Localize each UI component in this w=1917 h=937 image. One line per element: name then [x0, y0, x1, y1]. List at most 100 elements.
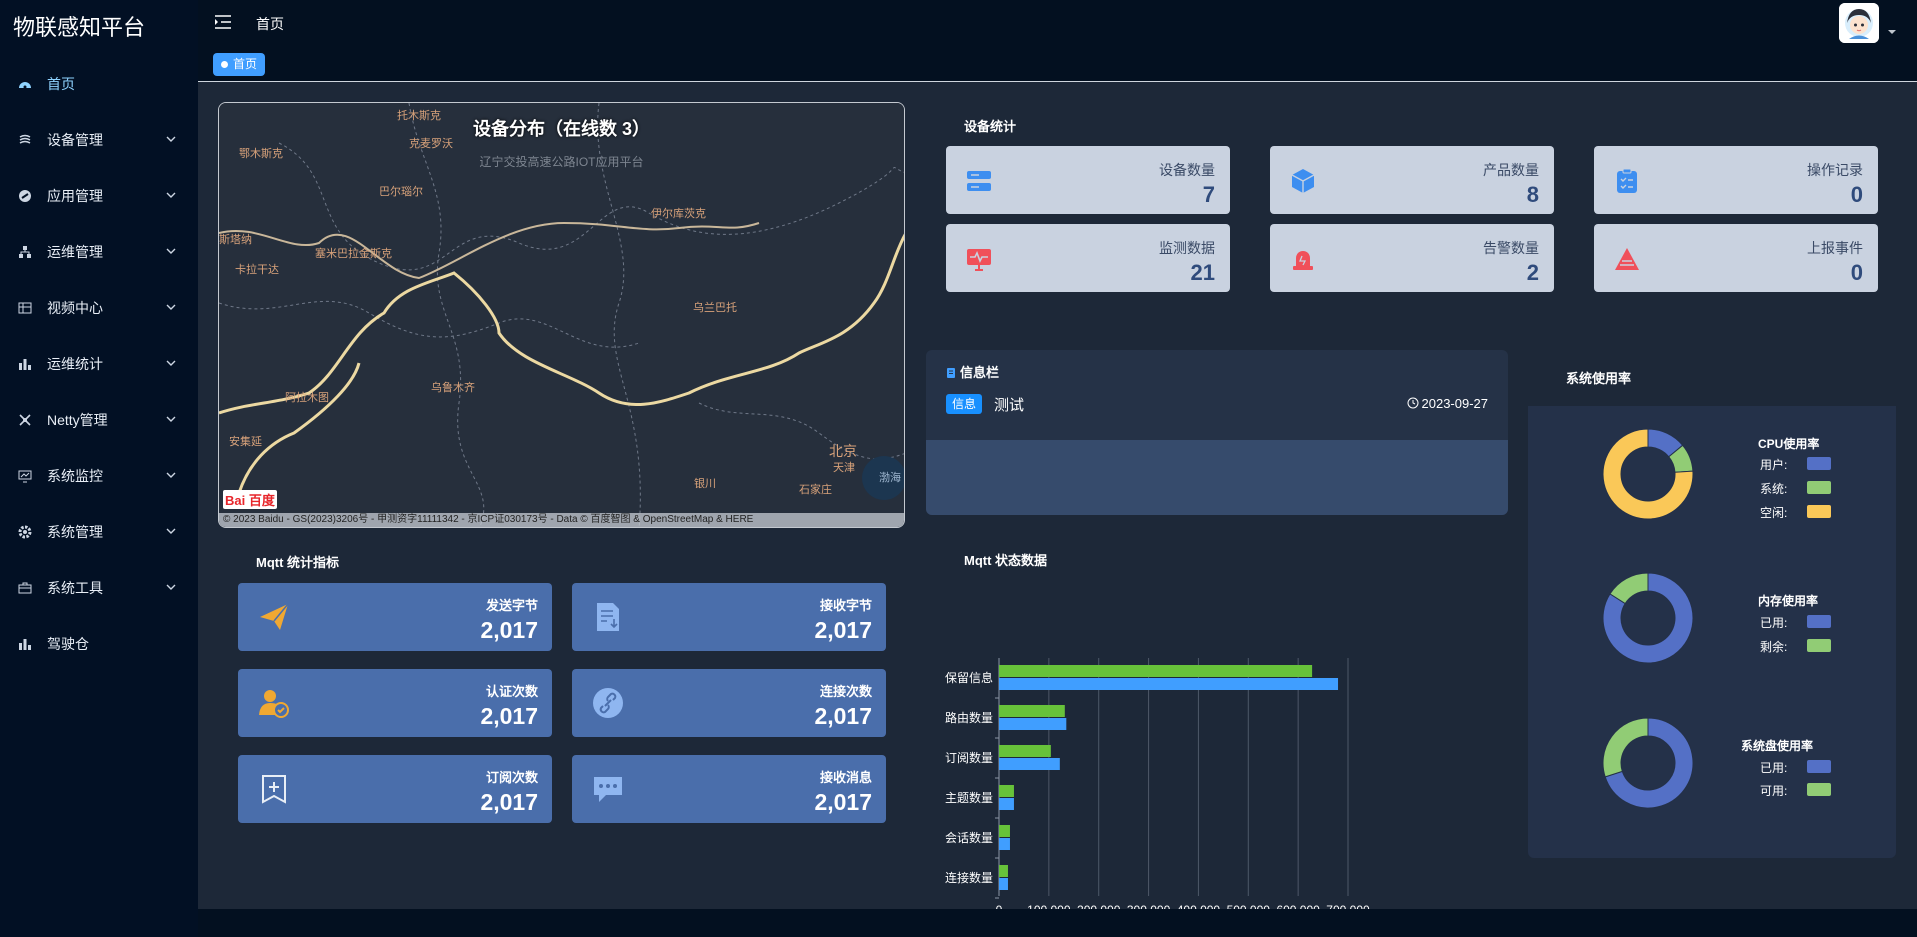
- mqtt-card-received-messages[interactable]: 接收消息 2,017: [572, 755, 886, 823]
- tab-home[interactable]: 首页: [213, 53, 266, 76]
- stat-label: 上报事件: [1807, 240, 1863, 256]
- map-place: 石家庄: [799, 484, 832, 496]
- map-title: 设备分布（在线数 3）: [472, 119, 650, 139]
- avatar[interactable]: [1839, 3, 1879, 43]
- disk-usage-title: 系统盘使用率: [1741, 739, 1814, 753]
- legend-swatch: [1807, 760, 1831, 773]
- map-place: 北京: [829, 443, 857, 459]
- user-auth-icon: [259, 690, 289, 718]
- map-place: 卡拉干达: [235, 264, 279, 276]
- mqtt-label: 接收消息: [819, 770, 872, 785]
- bar[interactable]: [999, 798, 1014, 810]
- tags-view: 首页: [198, 44, 1917, 82]
- stat-card-reported-events[interactable]: 上报事件 0: [1594, 224, 1878, 292]
- mqtt-value: 2,017: [814, 703, 872, 729]
- info-title-text: 信息栏: [960, 365, 1000, 380]
- stat-value: 0: [1850, 182, 1863, 207]
- y-tick-label: 保留信息: [945, 670, 993, 685]
- mqtt-card-connect-count[interactable]: 连接次数 2,017: [572, 669, 886, 737]
- stat-value: 7: [1202, 182, 1215, 207]
- sidebar-item-sys-tools[interactable]: 系统工具: [0, 560, 198, 616]
- monitor-icon: [18, 469, 32, 483]
- mqtt-status-chart: 0100,000200,000300,000400,000500,000600,…: [945, 658, 1370, 917]
- system-usage-panel: 系统使用率 CPU使用率 用户: 系统: 空闲: 内存使用率 已用: 剩余: 系…: [1528, 350, 1896, 858]
- legend-cpu-idle: 空闲:: [1760, 506, 1788, 520]
- mqtt-value: 2,017: [480, 703, 538, 729]
- cpu-donut-chart: [1602, 428, 1694, 520]
- mqtt-stats-title: Mqtt 统计指标: [256, 555, 340, 570]
- info-text[interactable]: 测试: [994, 394, 1024, 415]
- mqtt-card-received-bytes[interactable]: 接收字节 2,017: [572, 583, 886, 651]
- sidebar-item-netty[interactable]: Netty管理: [0, 392, 198, 448]
- sidebar-item-label: 系统管理: [47, 524, 103, 540]
- org-icon: [18, 245, 32, 259]
- mqtt-value: 2,017: [814, 789, 872, 815]
- sidebar-item-home[interactable]: 首页: [0, 56, 198, 112]
- chevron-down-icon: [166, 192, 176, 198]
- stat-label: 监测数据: [1159, 240, 1215, 256]
- legend-disk-used: 已用:: [1760, 761, 1788, 775]
- stat-value: 2: [1526, 260, 1539, 285]
- sidebar-item-label: 系统工具: [47, 580, 103, 596]
- y-tick-label: 主题数量: [945, 790, 993, 805]
- chart-icon: [18, 357, 32, 371]
- sidebar-item-label: 驾驶仓: [47, 636, 89, 652]
- bar[interactable]: [999, 665, 1313, 677]
- bar[interactable]: [999, 785, 1014, 797]
- mqtt-card-sent-bytes[interactable]: 发送字节 2,017: [238, 583, 552, 651]
- sidebar-item-sys-monitor[interactable]: 系统监控: [0, 448, 198, 504]
- stat-label: 设备数量: [1159, 162, 1215, 178]
- mqtt-card-subscribe-count[interactable]: 订阅次数 2,017: [238, 755, 552, 823]
- mqtt-label: 连接次数: [819, 684, 872, 699]
- bar[interactable]: [999, 825, 1010, 837]
- sidebar-item-label: 系统监控: [47, 468, 103, 484]
- sidebar-item-ops-stats[interactable]: 运维统计: [0, 336, 198, 392]
- donut-slice[interactable]: [1602, 717, 1649, 778]
- sidebar-item-cockpit[interactable]: 驾驶仓: [0, 616, 198, 672]
- stat-card-alarm-count[interactable]: 告警数量 2: [1270, 224, 1554, 292]
- info-panel-body: [926, 440, 1508, 515]
- stat-label: 告警数量: [1483, 240, 1539, 256]
- stat-card-monitor-data[interactable]: 监测数据 21: [946, 224, 1230, 292]
- map-place: 安集延: [229, 436, 262, 448]
- bar[interactable]: [999, 718, 1067, 730]
- app-icon: [18, 189, 32, 203]
- stat-label: 操作记录: [1807, 162, 1863, 178]
- stat-card-product-count[interactable]: 产品数量 8: [1270, 146, 1554, 214]
- sidebar-item-device[interactable]: 设备管理: [0, 112, 198, 168]
- receive-doc-icon: [597, 603, 619, 631]
- sidebar-item-sys-manage[interactable]: 系统管理: [0, 504, 198, 560]
- bar[interactable]: [999, 865, 1008, 877]
- bar[interactable]: [999, 745, 1051, 757]
- caret-down-icon[interactable]: [1887, 28, 1897, 36]
- legend-swatch: [1807, 457, 1831, 470]
- bar[interactable]: [999, 678, 1339, 690]
- bar[interactable]: [999, 705, 1065, 717]
- legend-swatch: [1807, 639, 1831, 652]
- sidebar-item-label: 运维统计: [47, 356, 103, 372]
- mqtt-card-auth-count[interactable]: 认证次数 2,017: [238, 669, 552, 737]
- bar[interactable]: [999, 878, 1008, 890]
- chevron-down-icon: [166, 584, 176, 590]
- map-place: 乌兰巴托: [693, 302, 737, 314]
- stat-value: 8: [1526, 182, 1539, 207]
- menu-toggle-icon[interactable]: [214, 14, 232, 30]
- sidebar-item-app[interactable]: 应用管理: [0, 168, 198, 224]
- y-tick-label: 会话数量: [945, 830, 993, 845]
- breadcrumb[interactable]: 首页: [256, 14, 284, 34]
- stat-card-device-count[interactable]: 设备数量 7: [946, 146, 1230, 214]
- stat-card-operation-log[interactable]: 操作记录 0: [1594, 146, 1878, 214]
- device-map[interactable]: 设备分布（在线数 3） 辽宁交投高速公路IOT应用平台 托木斯克 克麦罗沃 鄂木…: [218, 102, 905, 528]
- warning-icon: [1615, 248, 1639, 270]
- map-subtitle: 辽宁交投高速公路IOT应用平台: [479, 155, 644, 169]
- mqtt-value: 2,017: [814, 617, 872, 643]
- sidebar-item-ops[interactable]: 运维管理: [0, 224, 198, 280]
- y-tick-label: 路由数量: [945, 710, 993, 725]
- mqtt-chart-title: Mqtt 状态数据: [964, 553, 1048, 568]
- netty-icon: [18, 413, 32, 427]
- link-icon: [593, 688, 623, 718]
- sidebar-item-video[interactable]: 视频中心: [0, 280, 198, 336]
- bar[interactable]: [999, 838, 1010, 850]
- bar[interactable]: [999, 758, 1060, 770]
- map-place: 鄂木斯克: [239, 148, 283, 160]
